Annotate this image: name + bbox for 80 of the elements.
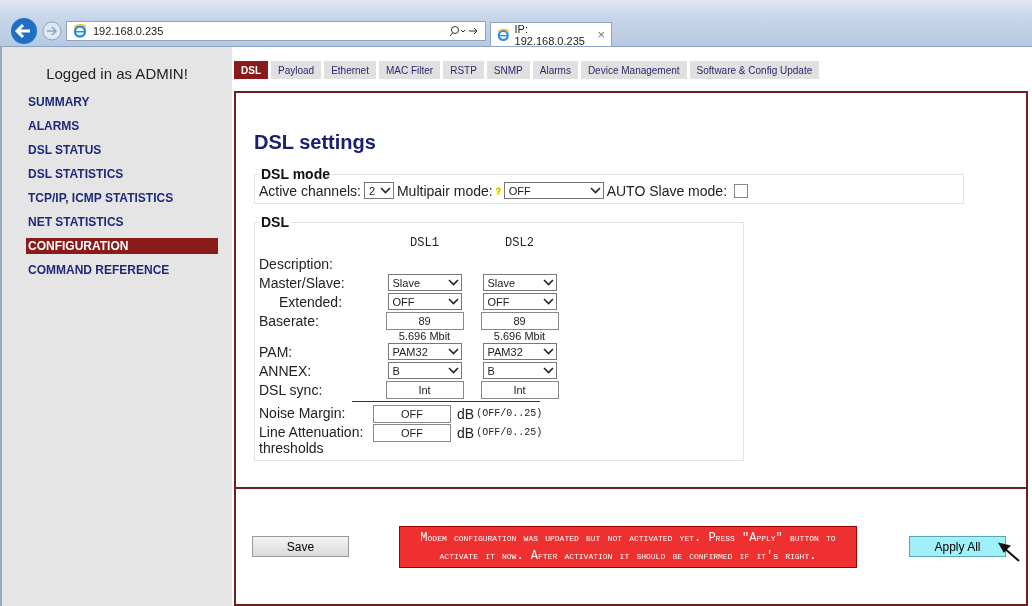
- dropdown[interactable]: B: [387, 362, 462, 379]
- field-label: Noise Margin:: [259, 405, 347, 421]
- chevron-down-icon: [542, 367, 554, 374]
- browser-tab[interactable]: IP: 192.168.0.235 ×: [490, 22, 612, 46]
- browser-logo-icon: [497, 27, 510, 42]
- field-label: DSL sync:: [259, 381, 324, 399]
- login-status: Logged in as ADMIN!: [45, 65, 189, 82]
- nav-link[interactable]: SUMMARY: [26, 94, 218, 110]
- dropdown[interactable]: PAM32: [387, 343, 462, 360]
- dropdown[interactable]: OFF: [503, 182, 604, 199]
- chevron-down-icon: [589, 187, 601, 194]
- group-title: DSL mode: [260, 166, 331, 182]
- nav-link[interactable]: COMMAND REFERENCE: [26, 262, 218, 278]
- dropdown[interactable]: OFF: [387, 293, 462, 310]
- chevron-down-icon: [447, 367, 459, 374]
- range-hint: (OFF/0..25): [476, 426, 543, 440]
- tab[interactable]: Alarms: [532, 61, 578, 79]
- chevron-down-icon: [447, 348, 459, 355]
- nav-link[interactable]: CONFIGURATION: [26, 238, 218, 254]
- range-hint: (OFF/0..25): [476, 407, 543, 421]
- dropdown[interactable]: 2: [363, 182, 394, 199]
- nav-link[interactable]: DSL STATISTICS: [26, 166, 218, 182]
- input-field[interactable]: 89: [480, 312, 559, 330]
- tab[interactable]: RSTP: [443, 61, 484, 79]
- field-label: ANNEX:: [259, 362, 313, 380]
- dropdown[interactable]: PAM32: [482, 343, 557, 360]
- rate-note: 5.696 Mbit: [398, 330, 451, 342]
- group-title: DSL: [260, 214, 290, 230]
- field-label: PAM:: [259, 343, 294, 361]
- tab[interactable]: Device Management: [580, 61, 687, 79]
- save-button[interactable]: Save: [252, 536, 349, 557]
- chevron-down-icon: [447, 279, 459, 286]
- arrow-icon: [998, 542, 1020, 562]
- help-mark[interactable]: ?: [495, 185, 501, 196]
- field-label: Master/Slave:: [259, 274, 346, 292]
- input-field[interactable]: OFF: [373, 405, 451, 423]
- browser-logo-icon: [73, 24, 87, 38]
- nav-link[interactable]: DSL STATUS: [26, 142, 218, 158]
- apply-button[interactable]: Apply All: [909, 536, 1006, 557]
- tab[interactable]: Software & Config Update: [689, 61, 820, 79]
- field-label: Baserate:: [259, 312, 320, 330]
- unit-label: dB: [457, 405, 475, 423]
- back-icon[interactable]: [10, 17, 38, 45]
- dropdown[interactable]: Slave: [482, 274, 557, 291]
- tab[interactable]: Ethernet: [324, 61, 376, 79]
- unit-label: dB: [457, 424, 475, 442]
- dropdown[interactable]: OFF: [482, 293, 557, 310]
- chevron-down-icon: [542, 279, 554, 286]
- input-field[interactable]: Int: [385, 381, 464, 399]
- column-header: DSL1: [409, 235, 440, 252]
- close-tab-button[interactable]: ×: [597, 27, 605, 42]
- field-label: Active channels:: [259, 182, 361, 199]
- dropdown[interactable]: B: [482, 362, 557, 379]
- chevron-down-icon: [542, 348, 554, 355]
- tab[interactable]: SNMP: [486, 61, 530, 79]
- tab[interactable]: MAC Filter: [378, 61, 441, 79]
- column-header: DSL2: [504, 235, 535, 252]
- nav-link[interactable]: NET STATISTICS: [26, 214, 218, 230]
- field-label: Description:: [259, 255, 334, 273]
- nav-link[interactable]: ALARMS: [26, 118, 218, 134]
- nav-link[interactable]: TCP/IP, ICMP STATISTICS: [26, 190, 218, 206]
- chevron-down-icon: [379, 187, 391, 194]
- field-label: Extended:: [278, 293, 344, 311]
- field-label: Line Attenuation: thresholds: [259, 424, 365, 456]
- input-field[interactable]: Int: [480, 381, 559, 399]
- chevron-down-icon: [542, 298, 554, 305]
- input-field[interactable]: OFF: [373, 424, 451, 442]
- tab[interactable]: DSL: [234, 61, 268, 79]
- warning-message: Modem configuration was updated but not activated yet. Press "Apply" button to activate it now. After activation it should be confirmed if it's right.: [399, 525, 857, 568]
- checkbox[interactable]: [734, 183, 749, 198]
- address-bar[interactable]: 192.168.0.235: [66, 21, 486, 41]
- rate-note: 5.696 Mbit: [493, 330, 546, 342]
- dropdown[interactable]: Slave: [387, 274, 462, 291]
- tab[interactable]: Payload: [271, 61, 322, 79]
- search-icon[interactable]: [449, 25, 479, 37]
- input-field[interactable]: 89: [385, 312, 464, 330]
- chevron-down-icon: [447, 298, 459, 305]
- field-label: AUTO Slave mode:: [606, 182, 728, 199]
- field-label: Multipair mode:: [396, 182, 493, 199]
- page-title: DSL settings: [254, 131, 377, 154]
